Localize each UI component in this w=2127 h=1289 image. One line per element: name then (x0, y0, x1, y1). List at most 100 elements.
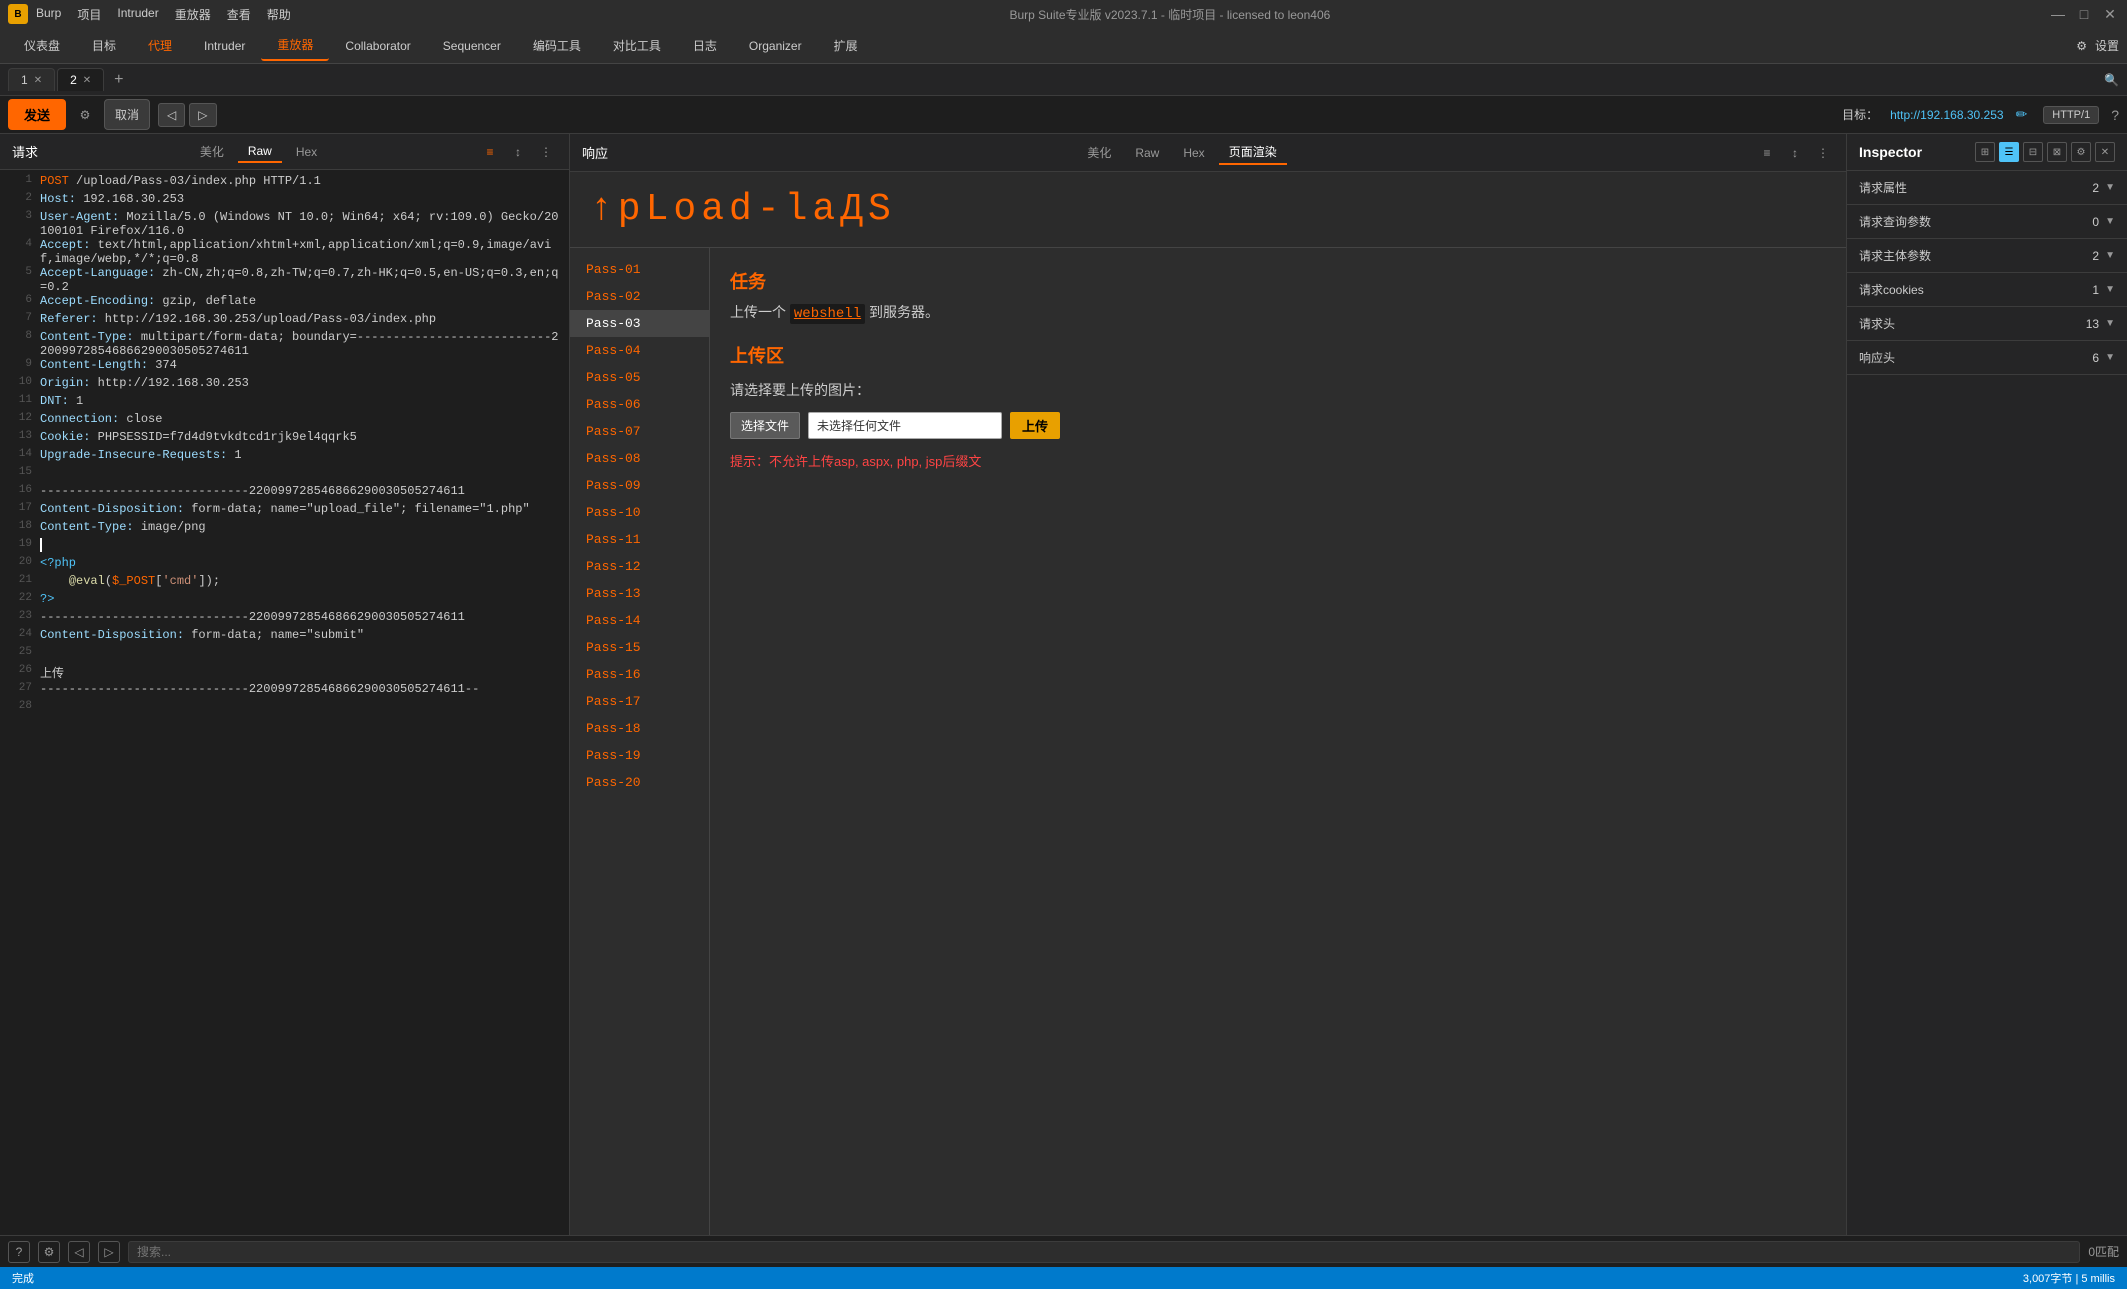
request-search-icon[interactable]: ↕ (507, 141, 529, 163)
response-tab-render[interactable]: 页面渲染 (1219, 140, 1287, 165)
sidebar-pass-16[interactable]: Pass-16 (570, 661, 709, 688)
response-tab-hex[interactable]: Hex (1173, 143, 1214, 163)
request-more-icon[interactable]: ⋮ (535, 141, 557, 163)
menu-view[interactable]: 查看 (227, 6, 251, 23)
menu-repeater[interactable]: 重放器 (175, 6, 211, 23)
inspector-row-request-attrs[interactable]: 请求属性 2 ▼ (1847, 171, 2127, 204)
sidebar-pass-20[interactable]: Pass-20 (570, 769, 709, 796)
nav-dashboard[interactable]: 仪表盘 (8, 31, 76, 60)
response-title: 响应 (582, 143, 608, 162)
upload-hint-text: 提示：不允许上传asp, aspx, php, jsp后缀文 (730, 451, 1826, 470)
search-input[interactable] (128, 1241, 2080, 1263)
nav-extensions[interactable]: 扩展 (818, 31, 874, 60)
nav-collaborator[interactable]: Collaborator (329, 33, 426, 59)
send-button[interactable]: 发送 (8, 99, 66, 130)
tab-2-close[interactable]: ✕ (83, 75, 91, 86)
task-text-2: 到服务器。 (869, 304, 939, 320)
menu-project[interactable]: 项目 (77, 6, 101, 23)
sidebar-pass-04[interactable]: Pass-04 (570, 337, 709, 364)
nav-repeater[interactable]: 重放器 (261, 30, 329, 61)
inspector-row-query-params[interactable]: 请求查询参数 0 ▼ (1847, 205, 2127, 238)
sidebar-pass-02[interactable]: Pass-02 (570, 283, 709, 310)
edit-target-icon[interactable]: ✏ (2016, 106, 2028, 123)
response-header: 响应 美化 Raw Hex 页面渲染 ≡ ↕ ⋮ (570, 134, 1846, 172)
sidebar-pass-11[interactable]: Pass-11 (570, 526, 709, 553)
cancel-button[interactable]: 取消 (104, 99, 150, 130)
sidebar-pass-05[interactable]: Pass-05 (570, 364, 709, 391)
sidebar-pass-01[interactable]: Pass-01 (570, 256, 709, 283)
back-bottom-icon[interactable]: ◁ (68, 1241, 90, 1263)
sidebar-pass-07[interactable]: Pass-07 (570, 418, 709, 445)
sidebar-pass-03[interactable]: Pass-03 (570, 310, 709, 337)
help-icon[interactable]: ? (2111, 107, 2119, 123)
request-tab-pretty[interactable]: 美化 (190, 140, 234, 163)
preview-main-content: 任务 上传一个 webshell 到服务器。 上传区 请选择要上传的图片： 选择… (710, 248, 1846, 1235)
sidebar-pass-13[interactable]: Pass-13 (570, 580, 709, 607)
sidebar-pass-10[interactable]: Pass-10 (570, 499, 709, 526)
settings-gear-icon[interactable]: ⚙ (74, 104, 96, 126)
sidebar-pass-08[interactable]: Pass-08 (570, 445, 709, 472)
sidebar-pass-14[interactable]: Pass-14 (570, 607, 709, 634)
inspector-gear-icon[interactable]: ⚙ (2071, 142, 2091, 162)
response-tab-pretty[interactable]: 美化 (1077, 141, 1121, 164)
choose-file-button[interactable]: 选择文件 (730, 412, 800, 439)
search-icon[interactable]: 🔍 (2104, 73, 2119, 87)
inspector-columns-icon[interactable]: ⊞ (1975, 142, 1995, 162)
inspector-title: Inspector (1859, 144, 1922, 160)
tab-1-close[interactable]: ✕ (34, 75, 42, 86)
tab-add-button[interactable]: + (106, 67, 131, 93)
settings-bottom-icon[interactable]: ⚙ (38, 1241, 60, 1263)
request-tab-raw[interactable]: Raw (238, 141, 282, 163)
response-wrap-icon[interactable]: ≡ (1756, 142, 1778, 164)
tab-2[interactable]: 2 ✕ (57, 68, 104, 91)
inspector-row-body-params[interactable]: 请求主体参数 2 ▼ (1847, 239, 2127, 272)
sidebar-pass-15[interactable]: Pass-15 (570, 634, 709, 661)
minimize-button[interactable]: — (2049, 5, 2067, 23)
tab-1[interactable]: 1 ✕ (8, 68, 55, 91)
help-bottom-icon[interactable]: ? (8, 1241, 30, 1263)
line-3: 3User-Agent: Mozilla/5.0 (Windows NT 10.… (0, 210, 569, 238)
upload-submit-button[interactable]: 上传 (1010, 412, 1060, 439)
titlebar-menu: Burp 项目 Intruder 重放器 查看 帮助 (36, 6, 291, 23)
sidebar-pass-09[interactable]: Pass-09 (570, 472, 709, 499)
close-button[interactable]: ✕ (2101, 5, 2119, 23)
response-search-icon[interactable]: ↕ (1784, 142, 1806, 164)
nav-intruder[interactable]: Intruder (188, 33, 261, 59)
menu-help[interactable]: 帮助 (267, 6, 291, 23)
nav-organizer[interactable]: Organizer (733, 33, 818, 59)
sidebar-pass-17[interactable]: Pass-17 (570, 688, 709, 715)
nav-sequencer[interactable]: Sequencer (427, 33, 517, 59)
maximize-button[interactable]: □ (2075, 5, 2093, 23)
inspector-row-cookies[interactable]: 请求cookies 1 ▼ (1847, 273, 2127, 306)
nav-encoder[interactable]: 编码工具 (517, 31, 597, 60)
inspector-row-response-headers[interactable]: 响应头 6 ▼ (1847, 341, 2127, 374)
nav-compare[interactable]: 对比工具 (597, 31, 677, 60)
inspector-close-icon[interactable]: ✕ (2095, 142, 2115, 162)
response-tab-raw[interactable]: Raw (1125, 143, 1169, 163)
inspector-split-icon[interactable]: ⊠ (2047, 142, 2067, 162)
request-tab-hex[interactable]: Hex (286, 142, 327, 162)
menu-intruder[interactable]: Intruder (117, 6, 158, 23)
sidebar-pass-06[interactable]: Pass-06 (570, 391, 709, 418)
inspector-row-request-headers[interactable]: 请求头 13 ▼ (1847, 307, 2127, 340)
request-wrap-icon[interactable]: ≡ (479, 141, 501, 163)
tab-search-area: 🔍 (2104, 73, 2119, 87)
sidebar-pass-12[interactable]: Pass-12 (570, 553, 709, 580)
nav-proxy[interactable]: 代理 (132, 31, 188, 60)
menu-burp[interactable]: Burp (36, 6, 61, 23)
settings-btn[interactable]: ⚙ 设置 (2076, 37, 2119, 54)
request-editor[interactable]: 1POST /upload/Pass-03/index.php HTTP/1.1… (0, 170, 569, 1235)
next-button[interactable]: ▷ (189, 103, 216, 127)
line-18: 18Content-Type: image/png (0, 520, 569, 538)
inspector-list-icon[interactable]: ☰ (1999, 142, 2019, 162)
forward-bottom-icon[interactable]: ▷ (98, 1241, 120, 1263)
sidebar-pass-18[interactable]: Pass-18 (570, 715, 709, 742)
inspector-layout-icon[interactable]: ⊟ (2023, 142, 2043, 162)
nav-logger[interactable]: 日志 (677, 31, 733, 60)
prev-button[interactable]: ◁ (158, 103, 185, 127)
sidebar-pass-19[interactable]: Pass-19 (570, 742, 709, 769)
response-more-icon[interactable]: ⋮ (1812, 142, 1834, 164)
preview-sidebar: Pass-01 Pass-02 Pass-03 Pass-04 Pass-05 … (570, 248, 710, 1235)
request-panel-icons: ≡ ↕ ⋮ (479, 141, 557, 163)
nav-target[interactable]: 目标 (76, 31, 132, 60)
